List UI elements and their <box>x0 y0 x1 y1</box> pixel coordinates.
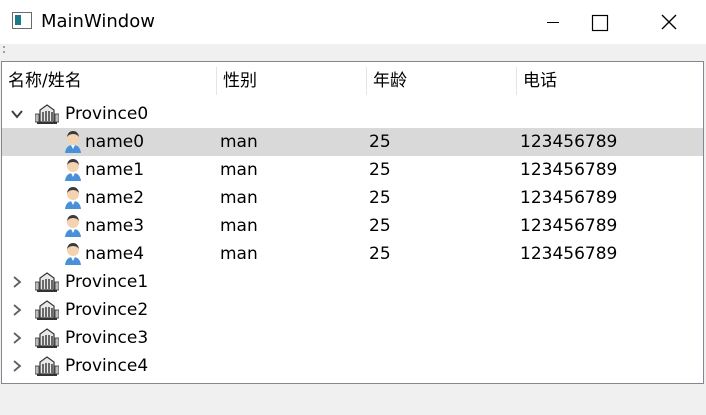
tree-row-province[interactable]: Province0 <box>2 100 703 128</box>
person-icon <box>65 215 81 237</box>
person-phone: 123456789 <box>520 132 618 152</box>
person-age: 25 <box>369 216 391 236</box>
minimize-icon <box>547 22 559 23</box>
building-icon <box>35 300 59 320</box>
province-name: Province2 <box>65 300 149 320</box>
person-phone: 123456789 <box>520 244 618 264</box>
person-phone: 123456789 <box>520 216 618 236</box>
app-window-icon <box>12 12 32 29</box>
person-gender: man <box>220 216 258 236</box>
province-name: Province4 <box>65 356 149 376</box>
person-gender: man <box>220 244 258 264</box>
person-icon <box>65 131 81 153</box>
person-age: 25 <box>369 188 391 208</box>
tree-row-person[interactable]: name1 man 25 123456789 <box>2 156 703 184</box>
chevron-right-icon[interactable] <box>11 360 23 372</box>
header-name[interactable]: 名称/姓名 <box>2 62 216 100</box>
province-name: Province0 <box>65 104 149 124</box>
building-icon <box>35 356 59 376</box>
maximize-button[interactable] <box>576 0 622 44</box>
maximize-icon <box>591 14 609 32</box>
tree-row-province[interactable]: Province3 <box>2 324 703 352</box>
person-gender: man <box>220 188 258 208</box>
toolbar-grip[interactable] <box>3 46 6 54</box>
header-gender[interactable]: 性别 <box>217 62 366 100</box>
minimize-button[interactable] <box>530 0 576 44</box>
chevron-right-icon[interactable] <box>11 276 23 288</box>
header-phone[interactable]: 电话 <box>517 62 703 100</box>
building-icon <box>35 328 59 348</box>
person-age: 25 <box>369 132 391 152</box>
person-name: name3 <box>85 216 145 236</box>
person-gender: man <box>220 160 258 180</box>
person-name: name1 <box>85 160 145 180</box>
person-name: name2 <box>85 188 145 208</box>
province-name: Province3 <box>65 328 149 348</box>
person-icon <box>65 159 81 181</box>
person-phone: 123456789 <box>520 160 618 180</box>
building-icon <box>35 272 59 292</box>
tree-row-province[interactable]: Province4 <box>2 352 703 380</box>
window-title: MainWindow <box>41 11 155 32</box>
title-bar[interactable]: MainWindow <box>0 0 706 44</box>
person-gender: man <box>220 132 258 152</box>
tree-row-person[interactable]: name3 man 25 123456789 <box>2 212 703 240</box>
chevron-right-icon[interactable] <box>11 304 23 316</box>
tree-view[interactable]: 名称/姓名 性别 年龄 电话 Province0 name0 man 25 123456… <box>1 61 704 384</box>
chevron-right-icon[interactable] <box>11 332 23 344</box>
person-name: name4 <box>85 244 145 264</box>
tree-row-person[interactable]: name2 man 25 123456789 <box>2 184 703 212</box>
tree-header: 名称/姓名 性别 年龄 电话 <box>2 62 703 100</box>
province-name: Province1 <box>65 272 149 292</box>
building-icon <box>35 104 59 124</box>
person-age: 25 <box>369 244 391 264</box>
tree-row-province[interactable]: Province2 <box>2 296 703 324</box>
tree-row-person[interactable]: name0 man 25 123456789 <box>2 128 703 156</box>
close-button[interactable] <box>645 0 691 44</box>
tree-row-province[interactable]: Province1 <box>2 268 703 296</box>
close-icon <box>661 14 677 30</box>
person-icon <box>65 243 81 265</box>
tree-row-person[interactable]: name4 man 25 123456789 <box>2 240 703 268</box>
person-age: 25 <box>369 160 391 180</box>
person-icon <box>65 187 81 209</box>
chevron-down-icon[interactable] <box>11 108 23 120</box>
person-name: name0 <box>85 132 145 152</box>
header-age[interactable]: 年龄 <box>367 62 516 100</box>
person-phone: 123456789 <box>520 188 618 208</box>
